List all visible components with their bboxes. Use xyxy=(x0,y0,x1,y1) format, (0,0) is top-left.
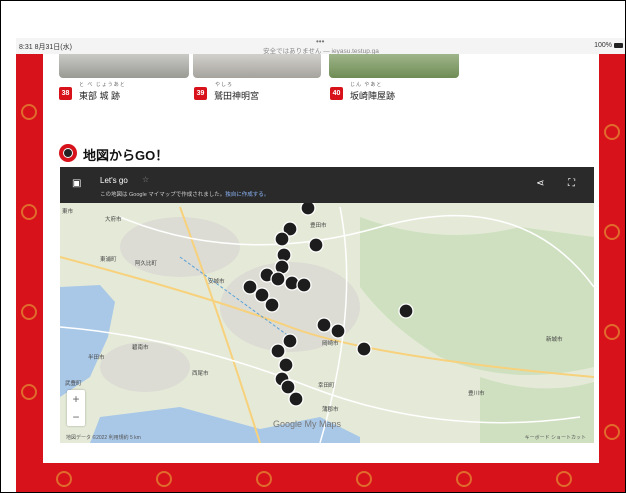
site-ruby: と べ じょうあと xyxy=(79,82,126,88)
site-thumbnail[interactable] xyxy=(59,54,189,78)
zoom-out-button[interactable]: − xyxy=(67,408,85,426)
map-place-label: 岡崎市 xyxy=(322,341,339,347)
map-subtitle-text: この地図は Google マイマップで作成されました。 xyxy=(100,192,226,198)
family-crest-icon xyxy=(256,471,272,487)
section-title: 地図からGO！ xyxy=(83,148,169,163)
family-crest-icon xyxy=(21,384,37,400)
site-number-badge: 38 xyxy=(59,87,72,100)
family-crest-icon xyxy=(556,471,572,487)
site-ruby: やしろ xyxy=(215,82,234,88)
map-place-label: 新城市 xyxy=(546,337,563,343)
battery-level: 100% xyxy=(594,42,612,49)
family-crest-icon xyxy=(356,471,372,487)
family-crest-icon xyxy=(604,224,620,240)
map-place-label: 東市 xyxy=(62,209,74,215)
map-title[interactable]: Let's go xyxy=(100,176,128,185)
map-place-label: 武豊町 xyxy=(65,381,82,387)
site-name-link[interactable]: 坂崎陣屋跡 xyxy=(350,89,395,102)
site-number-badge: 39 xyxy=(194,87,207,100)
family-crest-icon xyxy=(56,471,72,487)
keyboard-shortcuts-link[interactable]: キーボード ショートカット xyxy=(525,434,586,441)
map-place-label: 東浦町 xyxy=(100,257,117,263)
map-place-label: 阿久比町 xyxy=(135,261,158,267)
map-place-label: 半田市 xyxy=(88,355,105,361)
site-name-link[interactable]: 鷲田神明宮 xyxy=(214,89,259,102)
map-header: ▣ Let's go ☆ この地図は Google マイマップで作成されました。… xyxy=(60,167,594,203)
family-crest-icon xyxy=(21,204,37,220)
map-attribution: 地図データ ©2022 利用規約 5 km キーボード ショートカット xyxy=(60,433,594,443)
map-legend-toggle-icon[interactable]: ▣ xyxy=(72,178,81,189)
map-place-label: 安城市 xyxy=(208,279,225,285)
map-place-label: 豊田市 xyxy=(310,223,327,229)
map-data-attribution[interactable]: 地図データ ©2022 利用規約 5 km xyxy=(66,434,141,441)
site-thumbnail[interactable] xyxy=(193,54,321,78)
star-icon[interactable]: ☆ xyxy=(142,175,149,184)
battery-icon xyxy=(614,43,623,48)
share-icon[interactable]: ⋖ xyxy=(536,178,544,189)
embedded-google-map[interactable]: 東市 大府市 東浦町 阿久比町 武豊町 安城市 半田市 碧南市 西尾市 豊川市 … xyxy=(60,167,594,443)
crest-icon xyxy=(59,144,77,162)
family-crest-icon xyxy=(604,424,620,440)
map-place-label: 西尾市 xyxy=(192,371,209,377)
family-crest-icon xyxy=(604,124,620,140)
zoom-in-button[interactable]: + xyxy=(67,390,85,408)
site-number-badge: 40 xyxy=(330,87,343,100)
family-crest-icon xyxy=(21,304,37,320)
map-place-label: 大府市 xyxy=(105,217,122,223)
decorative-band-right xyxy=(599,54,625,490)
map-place-label: 碧南市 xyxy=(132,345,149,351)
map-canvas[interactable] xyxy=(60,167,594,443)
map-place-label: 幸田町 xyxy=(318,383,335,389)
family-crest-icon xyxy=(604,324,620,340)
google-my-maps-logo: Google My Maps xyxy=(273,419,342,429)
create-own-map-link[interactable]: 独自に作成する。 xyxy=(225,192,269,198)
fullscreen-icon[interactable]: ⛶ xyxy=(568,178,575,189)
family-crest-icon xyxy=(21,104,37,120)
status-bar: 8:31 8月31日(水) ••• 安全ではありません — ieyasu.tes… xyxy=(16,37,625,55)
map-place-label: 蒲郡市 xyxy=(322,407,339,413)
family-crest-icon xyxy=(456,471,472,487)
site-name-link[interactable]: 東部 城 跡 xyxy=(79,89,120,102)
zoom-controls: + − xyxy=(67,390,85,426)
screenshot-frame: 8:31 8月31日(水) ••• 安全ではありません — ieyasu.tes… xyxy=(0,0,626,493)
content-card: と べ じょうあと 38 東部 城 跡 やしろ 39 鷲田神明宮 じん やあと … xyxy=(43,54,599,463)
decorative-band-left xyxy=(16,54,43,490)
map-subtitle: この地図は Google マイマップで作成されました。独自に作成する。 xyxy=(100,190,269,198)
site-ruby: じん やあと xyxy=(350,82,383,88)
decorative-band-bottom xyxy=(16,463,625,492)
family-crest-icon xyxy=(156,471,172,487)
map-place-label: 豊川市 xyxy=(468,391,485,397)
site-thumbnail[interactable] xyxy=(329,54,459,78)
